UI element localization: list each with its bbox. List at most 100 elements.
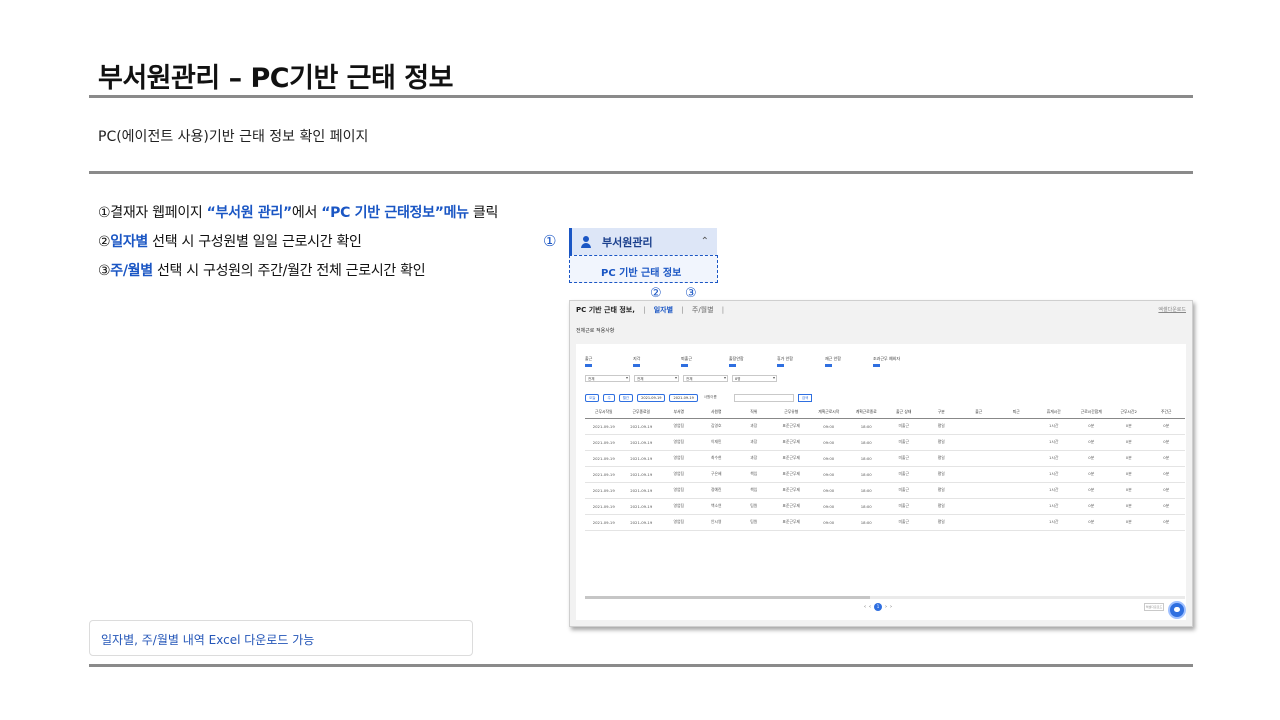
column-header[interactable]: 주간근: [1147, 406, 1185, 419]
table-cell: 과장: [735, 434, 773, 451]
table-cell: 과장: [735, 418, 773, 435]
table-cell: [960, 482, 998, 499]
filter-item: 재근 안함: [825, 356, 873, 368]
step-3: ③주/월별 선택 시 구성원의 주간/월간 전체 근로시간 확인: [98, 257, 498, 286]
column-header[interactable]: 출근: [960, 406, 998, 419]
last-page-button[interactable]: ›: [890, 604, 892, 610]
table-cell: 0분: [1110, 514, 1148, 531]
step-text: 선택 시 구성원별 일일 근로시간 확인: [148, 234, 362, 250]
current-page[interactable]: 1: [874, 603, 882, 611]
column-header[interactable]: 근무시작일: [585, 406, 623, 419]
menu-section-department[interactable]: 부서원관리 ⌃: [569, 228, 717, 255]
table-row[interactable]: 2021-09-19 2021-09-19 영업팀 김영호 과장 표준근무제 09:00 18…: [585, 418, 1185, 435]
table-cell: 책임: [735, 482, 773, 499]
divider-top: [89, 95, 1193, 98]
table-cell: 2021-09-19: [622, 498, 660, 515]
tab-title: PC 기반 근태 정보,: [576, 306, 635, 314]
week-button[interactable]: 주: [603, 394, 615, 402]
tab-weekly-monthly[interactable]: 주/월별: [692, 306, 714, 314]
table-cell: 평일: [922, 418, 960, 435]
column-header[interactable]: 계획근로종료: [847, 406, 885, 419]
column-header[interactable]: 퇴근: [997, 406, 1035, 419]
month-button[interactable]: 월간: [618, 394, 634, 402]
first-page-button[interactable]: ‹: [864, 604, 866, 610]
table-row[interactable]: 2021-09-19 2021-09-19 영업팀 최수현 과장 표준근무제 09:00 18…: [585, 450, 1185, 467]
tab-daily[interactable]: 일자별: [654, 306, 673, 314]
filter-select[interactable]: 전체: [585, 375, 630, 382]
today-button[interactable]: 오늘: [585, 394, 600, 402]
app-screenshot: PC 기반 근태 정보, | 일자별 | 주/월별 | 엑셀다운로드 전체근로 …: [569, 300, 1193, 627]
table-cell: 0분: [1072, 514, 1110, 531]
chevron-up-icon[interactable]: ⌃: [701, 236, 709, 247]
filter-item: 휴가 안함: [777, 356, 825, 368]
attendance-table: 근무시작일 근무종료일 부서명 사원명 직위 근무유형 계획근로시작 계획근로종…: [585, 406, 1185, 531]
table-cell: 2021-09-19: [622, 482, 660, 499]
excel-download-link[interactable]: 엑셀다운로드: [1158, 306, 1186, 313]
table-cell: 표준근무제: [772, 466, 810, 483]
column-header[interactable]: 구분: [922, 406, 960, 419]
column-header[interactable]: 근무유형: [772, 406, 810, 419]
table-cell: 최수현: [697, 450, 735, 467]
table-cell: 2021-09-19: [622, 466, 660, 483]
divider-bottom: [89, 664, 1193, 667]
date-from-input[interactable]: 2021-09-19: [637, 394, 666, 402]
filter-select[interactable]: 8명: [732, 375, 777, 382]
table-cell: 1시간: [1035, 418, 1073, 435]
scrollbar-thumb[interactable]: [585, 596, 870, 599]
table-cell: [960, 514, 998, 531]
search-type-select[interactable]: 사원이름: [702, 394, 730, 402]
column-header[interactable]: 출근 상태: [885, 406, 923, 419]
table-cell: 미출근: [885, 466, 923, 483]
table-row[interactable]: 2021-09-19 2021-09-19 영업팀 구은혜 책임 표준근무제 09:00 18…: [585, 466, 1185, 483]
table-cell: 09:00: [810, 434, 848, 451]
table-cell: 평일: [922, 466, 960, 483]
table-cell: 18:00: [847, 514, 885, 531]
column-header[interactable]: 사원명: [697, 406, 735, 419]
horizontal-scrollbar[interactable]: [585, 596, 1185, 599]
column-header[interactable]: 직위: [735, 406, 773, 419]
filter-select[interactable]: 전체: [683, 375, 728, 382]
table-cell: 0분: [1147, 418, 1185, 435]
step-number: ①: [98, 205, 111, 221]
filter-item: 출장안함: [729, 356, 777, 368]
tab-separator: |: [643, 306, 646, 314]
column-header[interactable]: 근무시간2: [1110, 406, 1148, 419]
column-header[interactable]: 근로시간합계: [1072, 406, 1110, 419]
table-cell: 2021-09-19: [622, 514, 660, 531]
table-cell: 0분: [1147, 434, 1185, 451]
table-row[interactable]: 2021-09-19 2021-09-19 영업팀 정예린 책임 표준근무제 09:00 18…: [585, 482, 1185, 499]
next-page-button[interactable]: ›: [885, 604, 887, 610]
filter-select[interactable]: 전체: [634, 375, 679, 382]
column-header[interactable]: 휴게시간: [1035, 406, 1073, 419]
excel-download-button[interactable]: 엑셀다운로드: [1144, 603, 1164, 611]
table-cell: [997, 450, 1035, 467]
chat-icon[interactable]: [1168, 601, 1186, 619]
search-button[interactable]: 검색: [797, 394, 813, 402]
table-cell: 평일: [922, 498, 960, 515]
step-number: ②: [98, 234, 111, 250]
excel-note: 일자별, 주/월별 내역 Excel 다운로드 가능: [89, 620, 473, 656]
filter-item: 출근: [585, 356, 633, 368]
table-cell: 0분: [1147, 482, 1185, 499]
search-input[interactable]: [733, 394, 794, 402]
table-cell: [960, 418, 998, 435]
table-cell: [997, 434, 1035, 451]
column-header[interactable]: 계획근로시작: [810, 406, 848, 419]
prev-page-button[interactable]: ‹: [869, 604, 871, 610]
table-cell: 18:00: [847, 450, 885, 467]
menu-item-pc-attendance[interactable]: PC 기반 근태 정보: [569, 255, 718, 283]
column-header[interactable]: 부서명: [660, 406, 698, 419]
table-cell: 영업팀: [660, 418, 698, 435]
table-cell: 2021-09-19: [585, 482, 623, 499]
filter-item: 조과근무 예외자: [873, 356, 921, 368]
table-cell: 09:00: [810, 466, 848, 483]
column-header[interactable]: 근무종료일: [622, 406, 660, 419]
callout-2: ②: [650, 286, 662, 301]
table-cell: 표준근무제: [772, 450, 810, 467]
table-row[interactable]: 2021-09-19 2021-09-19 영업팀 이재민 과장 표준근무제 09:00 18…: [585, 434, 1185, 451]
table-row[interactable]: 2021-09-19 2021-09-19 영업팀 안시영 팀원 표준근무제 09:00 18…: [585, 514, 1185, 531]
table-cell: 18:00: [847, 418, 885, 435]
date-to-input[interactable]: 2021-09-19: [669, 394, 698, 402]
pagination: ‹ ‹ 1 › ›: [864, 603, 892, 611]
table-row[interactable]: 2021-09-19 2021-09-19 영업팀 백소연 팀원 표준근무제 09:00 18…: [585, 498, 1185, 515]
